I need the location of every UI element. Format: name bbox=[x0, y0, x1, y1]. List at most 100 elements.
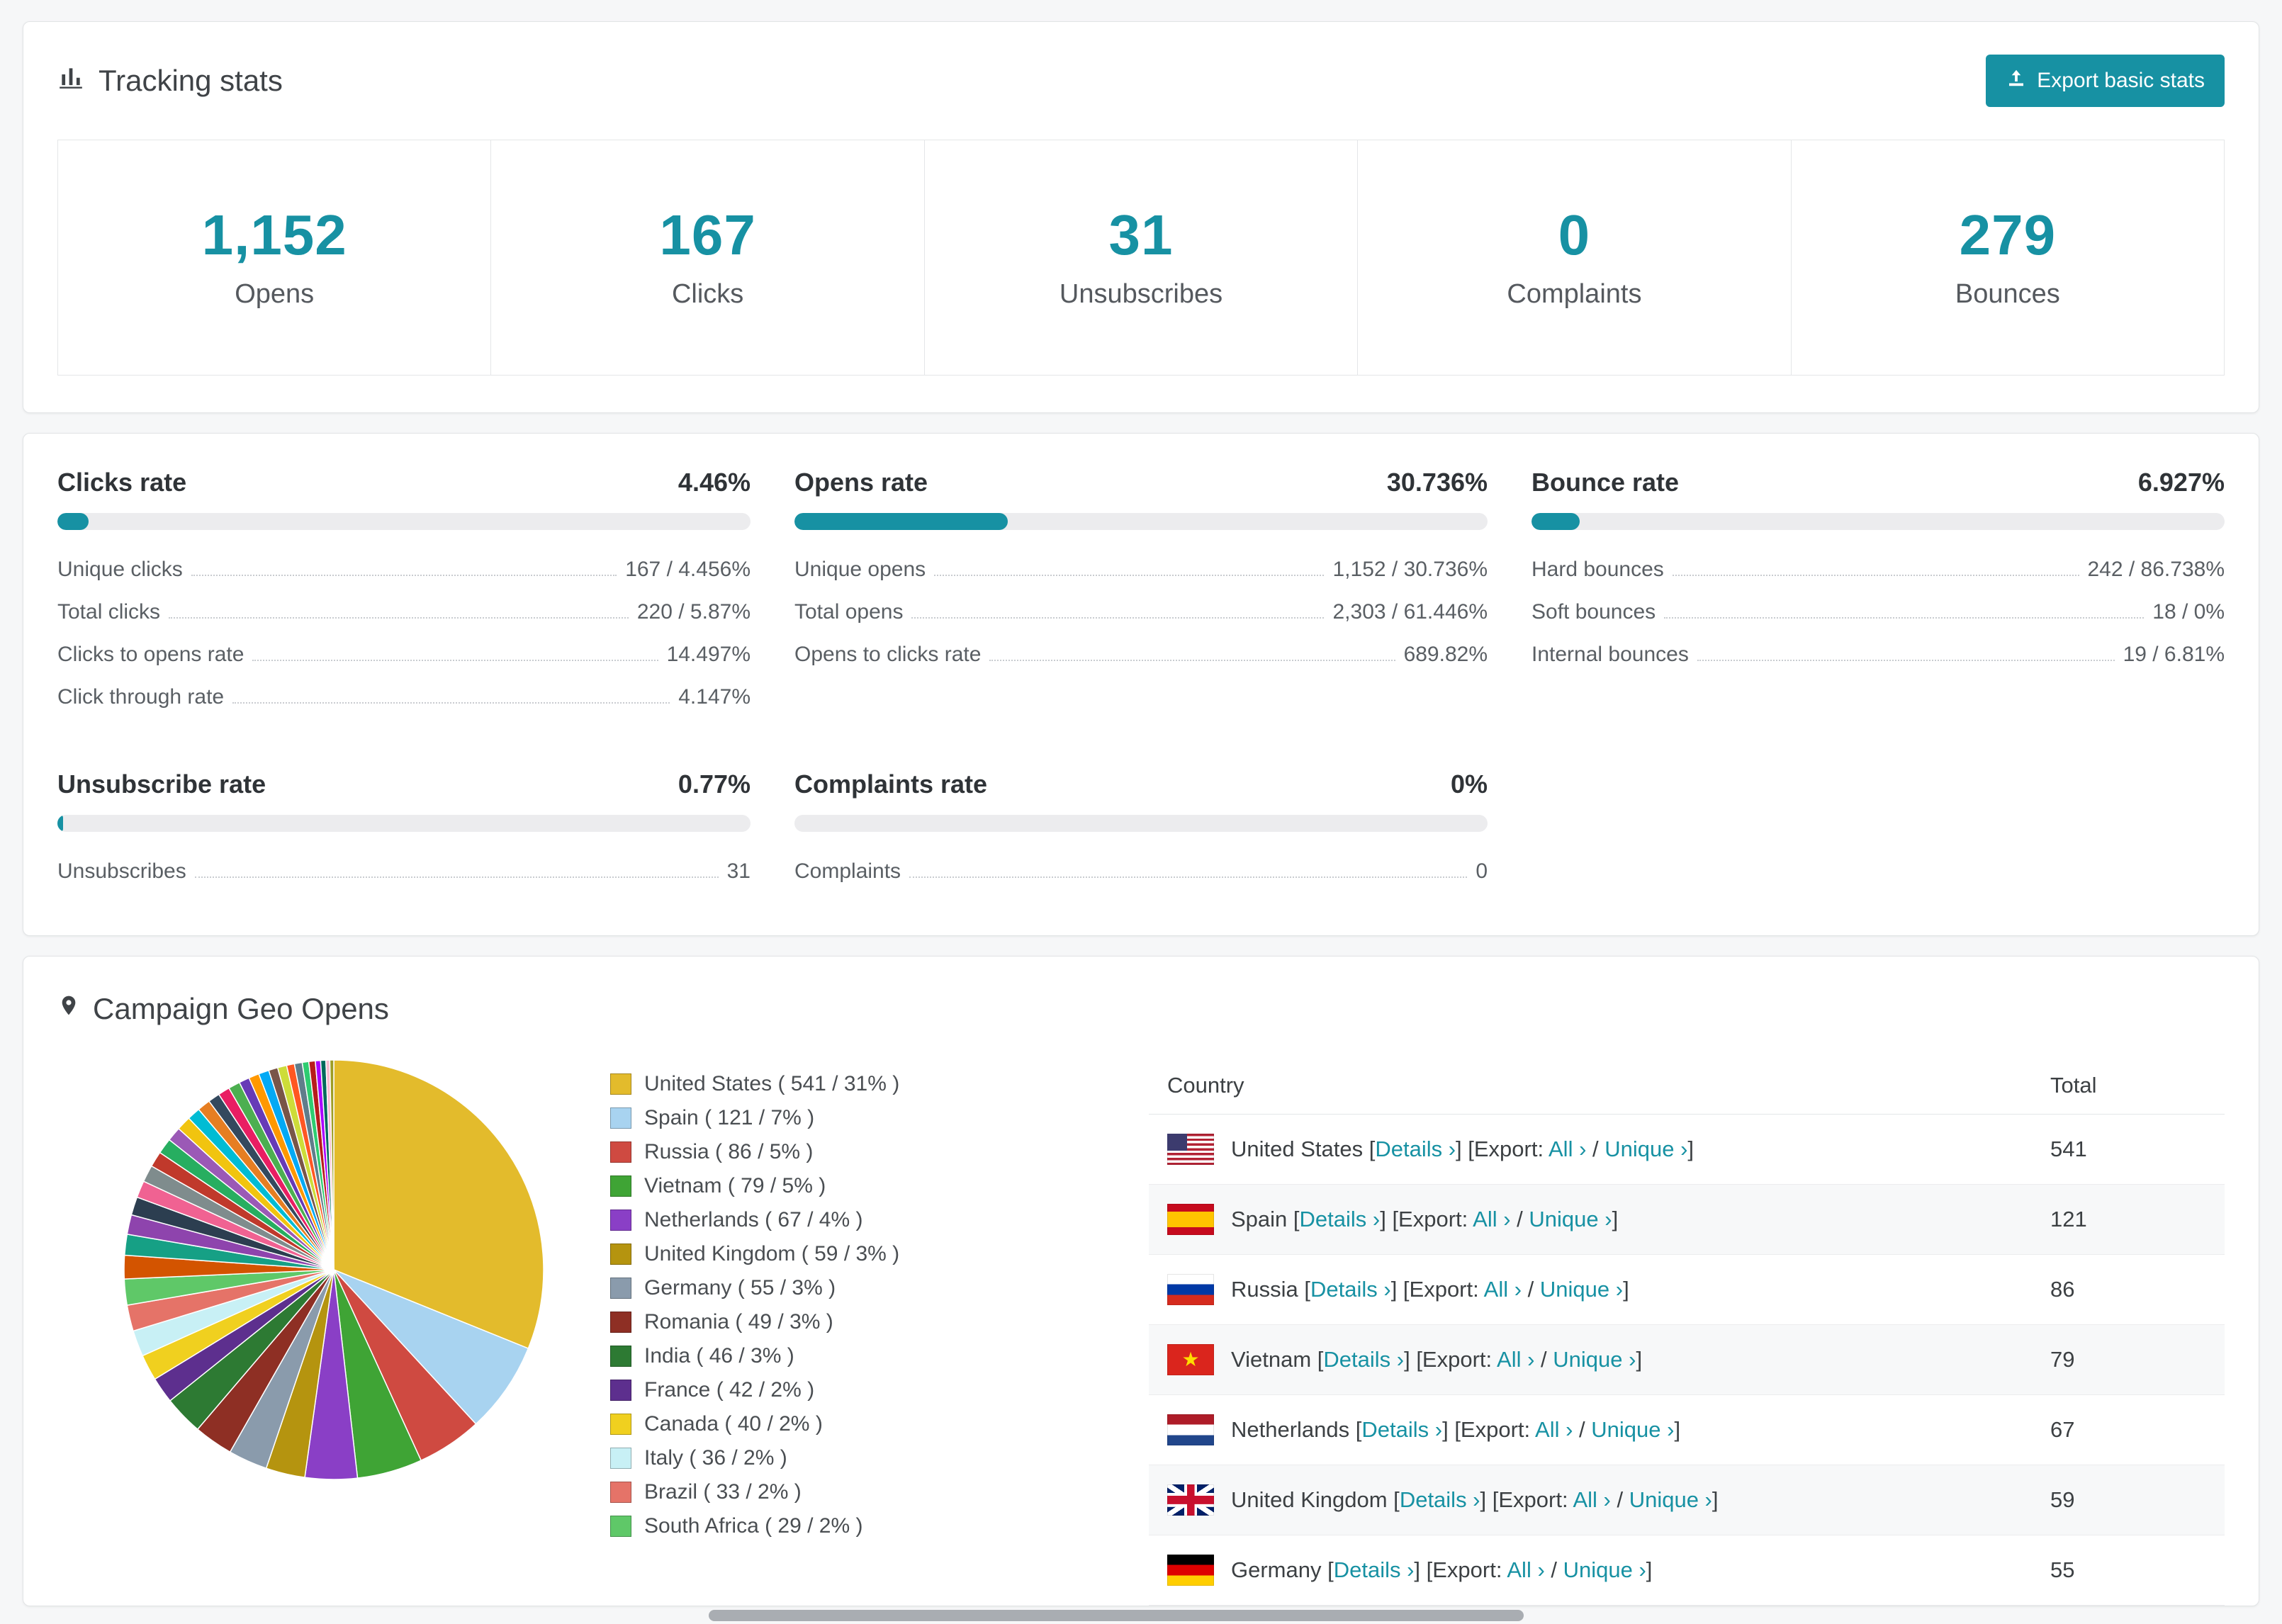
export-unique-link[interactable]: Unique › bbox=[1529, 1207, 1612, 1231]
geo-title-row: Campaign Geo Opens bbox=[57, 991, 2225, 1027]
export-all-link[interactable]: All › bbox=[1548, 1137, 1586, 1161]
dotted-leader bbox=[1672, 575, 2079, 576]
geo-table-body: United States [Details ›] [Export: All ›… bbox=[1149, 1115, 2225, 1606]
geo-table-row: United States [Details ›] [Export: All ›… bbox=[1149, 1115, 2225, 1185]
details-link[interactable]: Details › bbox=[1361, 1417, 1442, 1442]
stat-row-label: Unique clicks bbox=[57, 558, 183, 581]
details-link[interactable]: Details › bbox=[1334, 1557, 1415, 1582]
legend-label: Spain ( 121 / 7% ) bbox=[644, 1106, 815, 1129]
opens-rate-progressbar bbox=[794, 513, 1488, 530]
dotted-leader bbox=[911, 617, 1325, 619]
geo-table-row: United Kingdom [Details ›] [Export: All … bbox=[1149, 1465, 2225, 1535]
export-all-link[interactable]: All › bbox=[1507, 1557, 1544, 1582]
legend-label: South Africa ( 29 / 2% ) bbox=[644, 1514, 863, 1538]
export-unique-link[interactable]: Unique › bbox=[1553, 1347, 1636, 1372]
legend-item: Russia ( 86 / 5% ) bbox=[610, 1135, 1106, 1169]
geo-table-row: Vietnam [Details ›] [Export: All › / Uni… bbox=[1149, 1325, 2225, 1395]
details-link[interactable]: Details › bbox=[1400, 1487, 1480, 1512]
dotted-leader bbox=[169, 617, 629, 619]
stat-row-label: Clicks to opens rate bbox=[57, 643, 244, 666]
legend-color-swatch bbox=[610, 1414, 631, 1435]
export-all-link[interactable]: All › bbox=[1497, 1347, 1534, 1372]
legend-color-swatch bbox=[610, 1346, 631, 1367]
opens-rate-panel: Opens rate 30.736% Unique opens 1,152 / 3… bbox=[794, 468, 1488, 718]
details-link[interactable]: Details › bbox=[1375, 1137, 1456, 1161]
export-unique-link[interactable]: Unique › bbox=[1629, 1487, 1712, 1512]
legend-item: Romania ( 49 / 3% ) bbox=[610, 1305, 1106, 1339]
gb-flag-icon bbox=[1167, 1484, 1214, 1516]
stat-row-label: Unsubscribes bbox=[57, 859, 186, 883]
export-unique-link[interactable]: Unique › bbox=[1591, 1417, 1674, 1442]
opens-label: Opens bbox=[235, 279, 315, 309]
clicks-rate-title: Clicks rate bbox=[57, 468, 187, 497]
export-basic-stats-button[interactable]: Export basic stats bbox=[1986, 55, 2225, 107]
opens-rate-rows: Unique opens 1,152 / 30.736% Total opens 2,… bbox=[794, 548, 1488, 676]
unsubscribe-rate-title: Unsubscribe rate bbox=[57, 769, 266, 799]
geo-body: United States ( 541 / 31% ) Spain ( 121 /… bbox=[57, 1057, 2225, 1606]
details-link[interactable]: Details › bbox=[1310, 1277, 1391, 1302]
stat-row-label: Total opens bbox=[794, 600, 904, 624]
ru-flag-icon bbox=[1167, 1274, 1214, 1305]
export-unique-link[interactable]: Unique › bbox=[1604, 1137, 1687, 1161]
stat-row: Unique clicks 167 / 4.456% bbox=[57, 548, 751, 591]
total-cell: 67 bbox=[2050, 1417, 2075, 1442]
dotted-leader bbox=[989, 660, 1395, 661]
dotted-leader bbox=[909, 876, 1468, 878]
details-link[interactable]: Details › bbox=[1323, 1347, 1404, 1372]
clicks-rate-progressbar bbox=[57, 513, 751, 530]
export-unique-link[interactable]: Unique › bbox=[1563, 1557, 1646, 1582]
export-upload-icon bbox=[2006, 67, 2027, 94]
unsubscribe-rate-panel: Unsubscribe rate 0.77% Unsubscribes 31 bbox=[57, 769, 751, 893]
legend-color-swatch bbox=[610, 1278, 631, 1299]
legend-label: Vietnam ( 79 / 5% ) bbox=[644, 1174, 826, 1197]
export-all-link[interactable]: All › bbox=[1473, 1207, 1510, 1231]
legend-label: Italy ( 36 / 2% ) bbox=[644, 1446, 787, 1470]
details-link[interactable]: Details › bbox=[1300, 1207, 1381, 1231]
stat-row-value: 220 / 5.87% bbox=[636, 600, 751, 624]
summary-stats-row: 1,152 Opens 167 Clicks 31 Unsubscribes 0… bbox=[57, 140, 2225, 376]
bar-chart-icon bbox=[57, 64, 84, 98]
stat-row-value: 19 / 6.81% bbox=[2123, 643, 2225, 666]
export-all-link[interactable]: All › bbox=[1535, 1417, 1573, 1442]
complaints-rate-rows: Complaints 0 bbox=[794, 850, 1488, 893]
country-cell: United States [Details ›] [Export: All ›… bbox=[1167, 1134, 2050, 1165]
stat-row-label: Unique opens bbox=[794, 558, 926, 581]
bounce-rate-value: 6.927% bbox=[2137, 468, 2225, 497]
nl-flag-icon bbox=[1167, 1414, 1214, 1445]
stat-box-complaints: 0 Complaints bbox=[1357, 140, 1792, 376]
clicks-label: Clicks bbox=[671, 279, 744, 309]
stat-box-unsubscribes: 31 Unsubscribes bbox=[923, 140, 1359, 376]
legend-item: United Kingdom ( 59 / 3% ) bbox=[610, 1237, 1106, 1271]
geo-table-row: Netherlands [Details ›] [Export: All › /… bbox=[1149, 1395, 2225, 1465]
country-cell: Netherlands [Details ›] [Export: All › /… bbox=[1167, 1414, 2050, 1445]
complaints-count: 0 bbox=[1558, 203, 1591, 266]
legend-label: United States ( 541 / 31% ) bbox=[644, 1072, 900, 1095]
stat-box-clicks: 167 Clicks bbox=[490, 140, 925, 376]
export-all-link[interactable]: All › bbox=[1484, 1277, 1522, 1302]
legend-label: Romania ( 49 / 3% ) bbox=[644, 1310, 833, 1333]
legend-label: France ( 42 / 2% ) bbox=[644, 1378, 815, 1402]
export-unique-link[interactable]: Unique › bbox=[1540, 1277, 1623, 1302]
stat-box-bounces: 279 Bounces bbox=[1790, 140, 2225, 376]
total-cell: 541 bbox=[2050, 1137, 2087, 1161]
total-column-header: Total bbox=[2050, 1073, 2097, 1098]
country-cell-text: United States [Details ›] [Export: All ›… bbox=[1231, 1137, 1694, 1162]
complaints-rate-title: Complaints rate bbox=[794, 769, 988, 799]
export-all-link[interactable]: All › bbox=[1573, 1487, 1610, 1512]
country-cell-text: United Kingdom [Details ›] [Export: All … bbox=[1231, 1487, 1719, 1513]
country-cell: Vietnam [Details ›] [Export: All › / Uni… bbox=[1167, 1344, 2050, 1375]
legend-item: Canada ( 40 / 2% ) bbox=[610, 1407, 1106, 1441]
tracking-stats-title-row: Tracking stats bbox=[57, 64, 283, 98]
total-cell: 55 bbox=[2050, 1557, 2075, 1582]
clicks-rate-value: 4.46% bbox=[678, 468, 751, 497]
stat-row-value: 4.147% bbox=[678, 685, 751, 709]
stat-row: Internal bounces 19 / 6.81% bbox=[1531, 633, 2225, 676]
horizontal-scrollbar-thumb[interactable] bbox=[709, 1610, 1524, 1621]
bounce-rate-progressbar bbox=[1531, 513, 2225, 530]
stat-row-label: Internal bounces bbox=[1531, 643, 1689, 666]
page-title: Tracking stats bbox=[99, 64, 283, 97]
stat-row-value: 2,303 / 61.446% bbox=[1332, 600, 1488, 624]
stat-row: Soft bounces 18 / 0% bbox=[1531, 591, 2225, 633]
legend-color-swatch bbox=[610, 1073, 631, 1095]
total-cell: 121 bbox=[2050, 1207, 2087, 1231]
